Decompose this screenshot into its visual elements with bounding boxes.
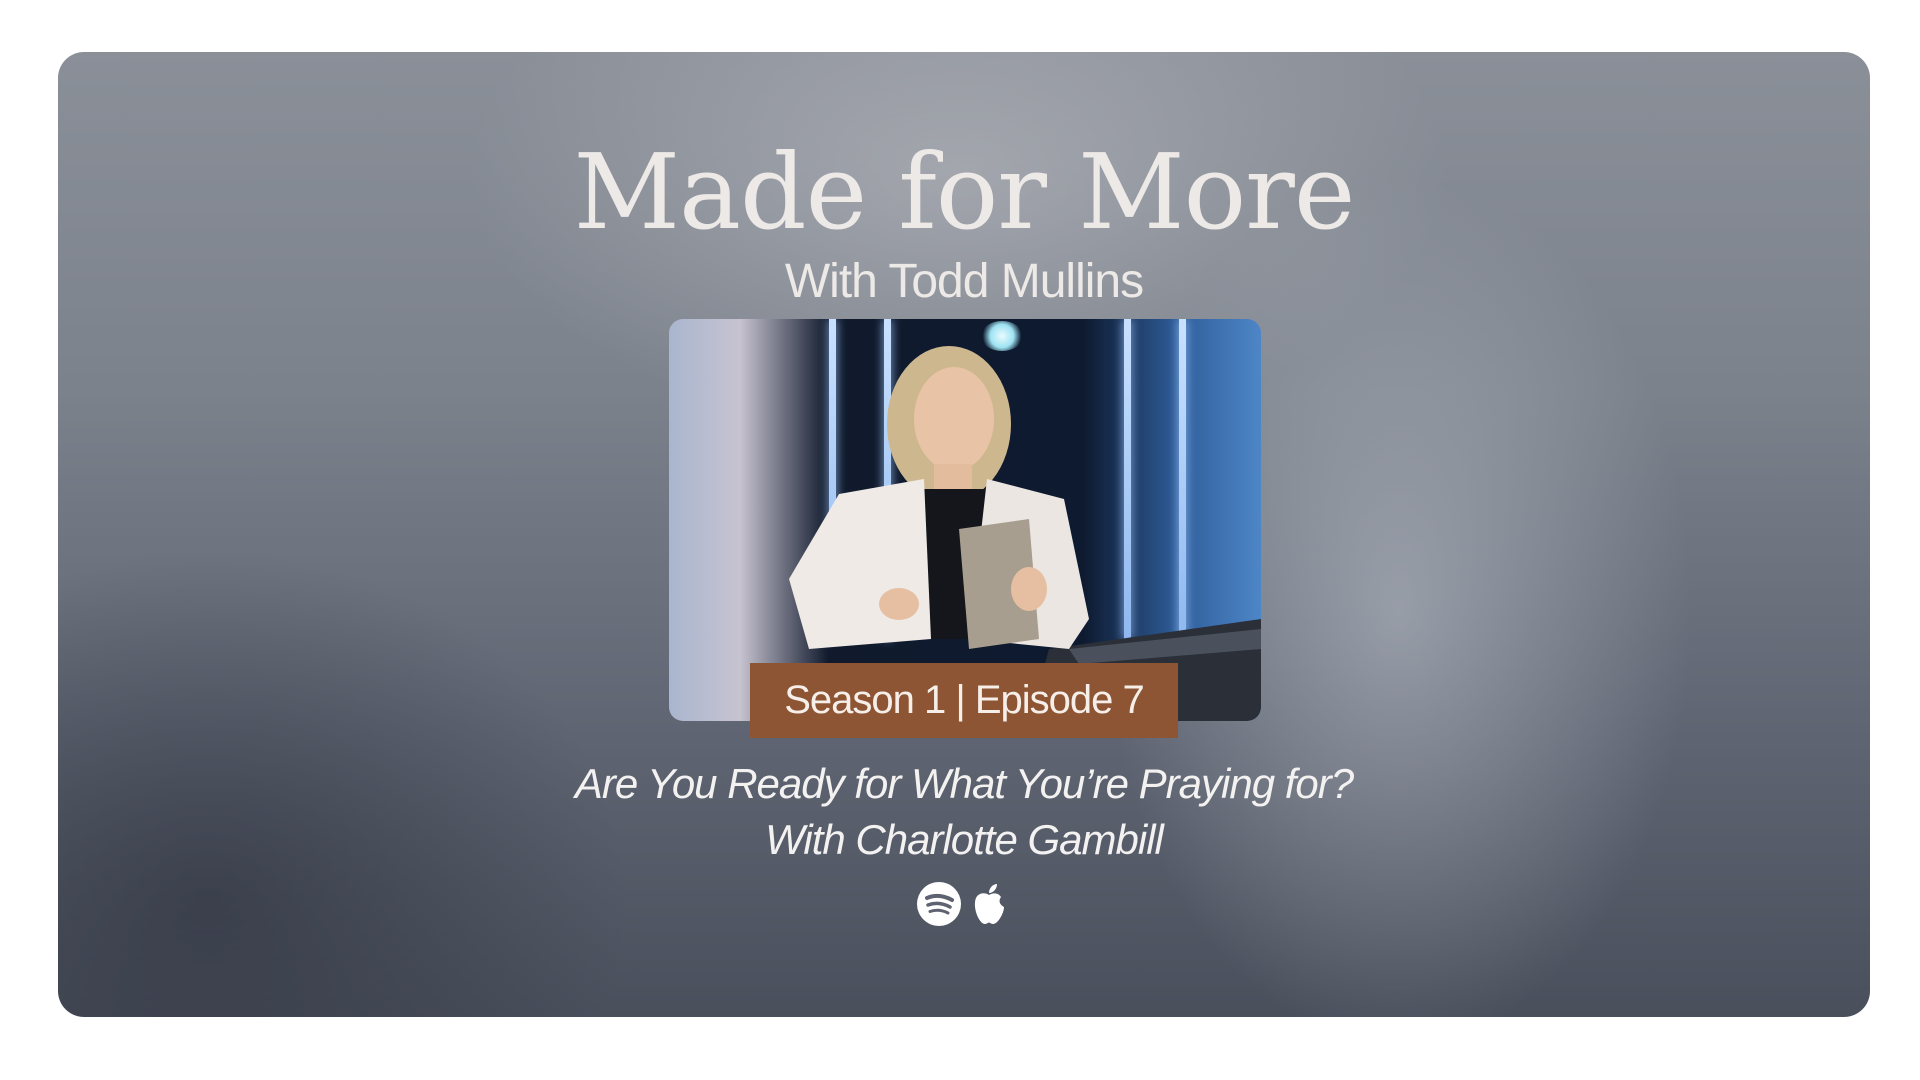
spotify-icon[interactable] xyxy=(915,880,963,928)
guest-line: With Charlotte Gambill xyxy=(765,816,1164,863)
guest-photo xyxy=(669,319,1261,721)
episode-title: Are You Ready for What You’re Praying fo… xyxy=(574,760,1354,807)
apple-icon[interactable] xyxy=(965,880,1013,928)
speaker-figure xyxy=(789,346,1261,721)
season-episode-badge: Season 1 | Episode 7 xyxy=(750,663,1178,738)
episode-card: Made for More With Todd Mullins Season 1… xyxy=(58,52,1870,1017)
platform-links xyxy=(58,880,1870,928)
host-line: With Todd Mullins xyxy=(784,255,1144,308)
podcast-title: Made for More xyxy=(573,131,1356,253)
